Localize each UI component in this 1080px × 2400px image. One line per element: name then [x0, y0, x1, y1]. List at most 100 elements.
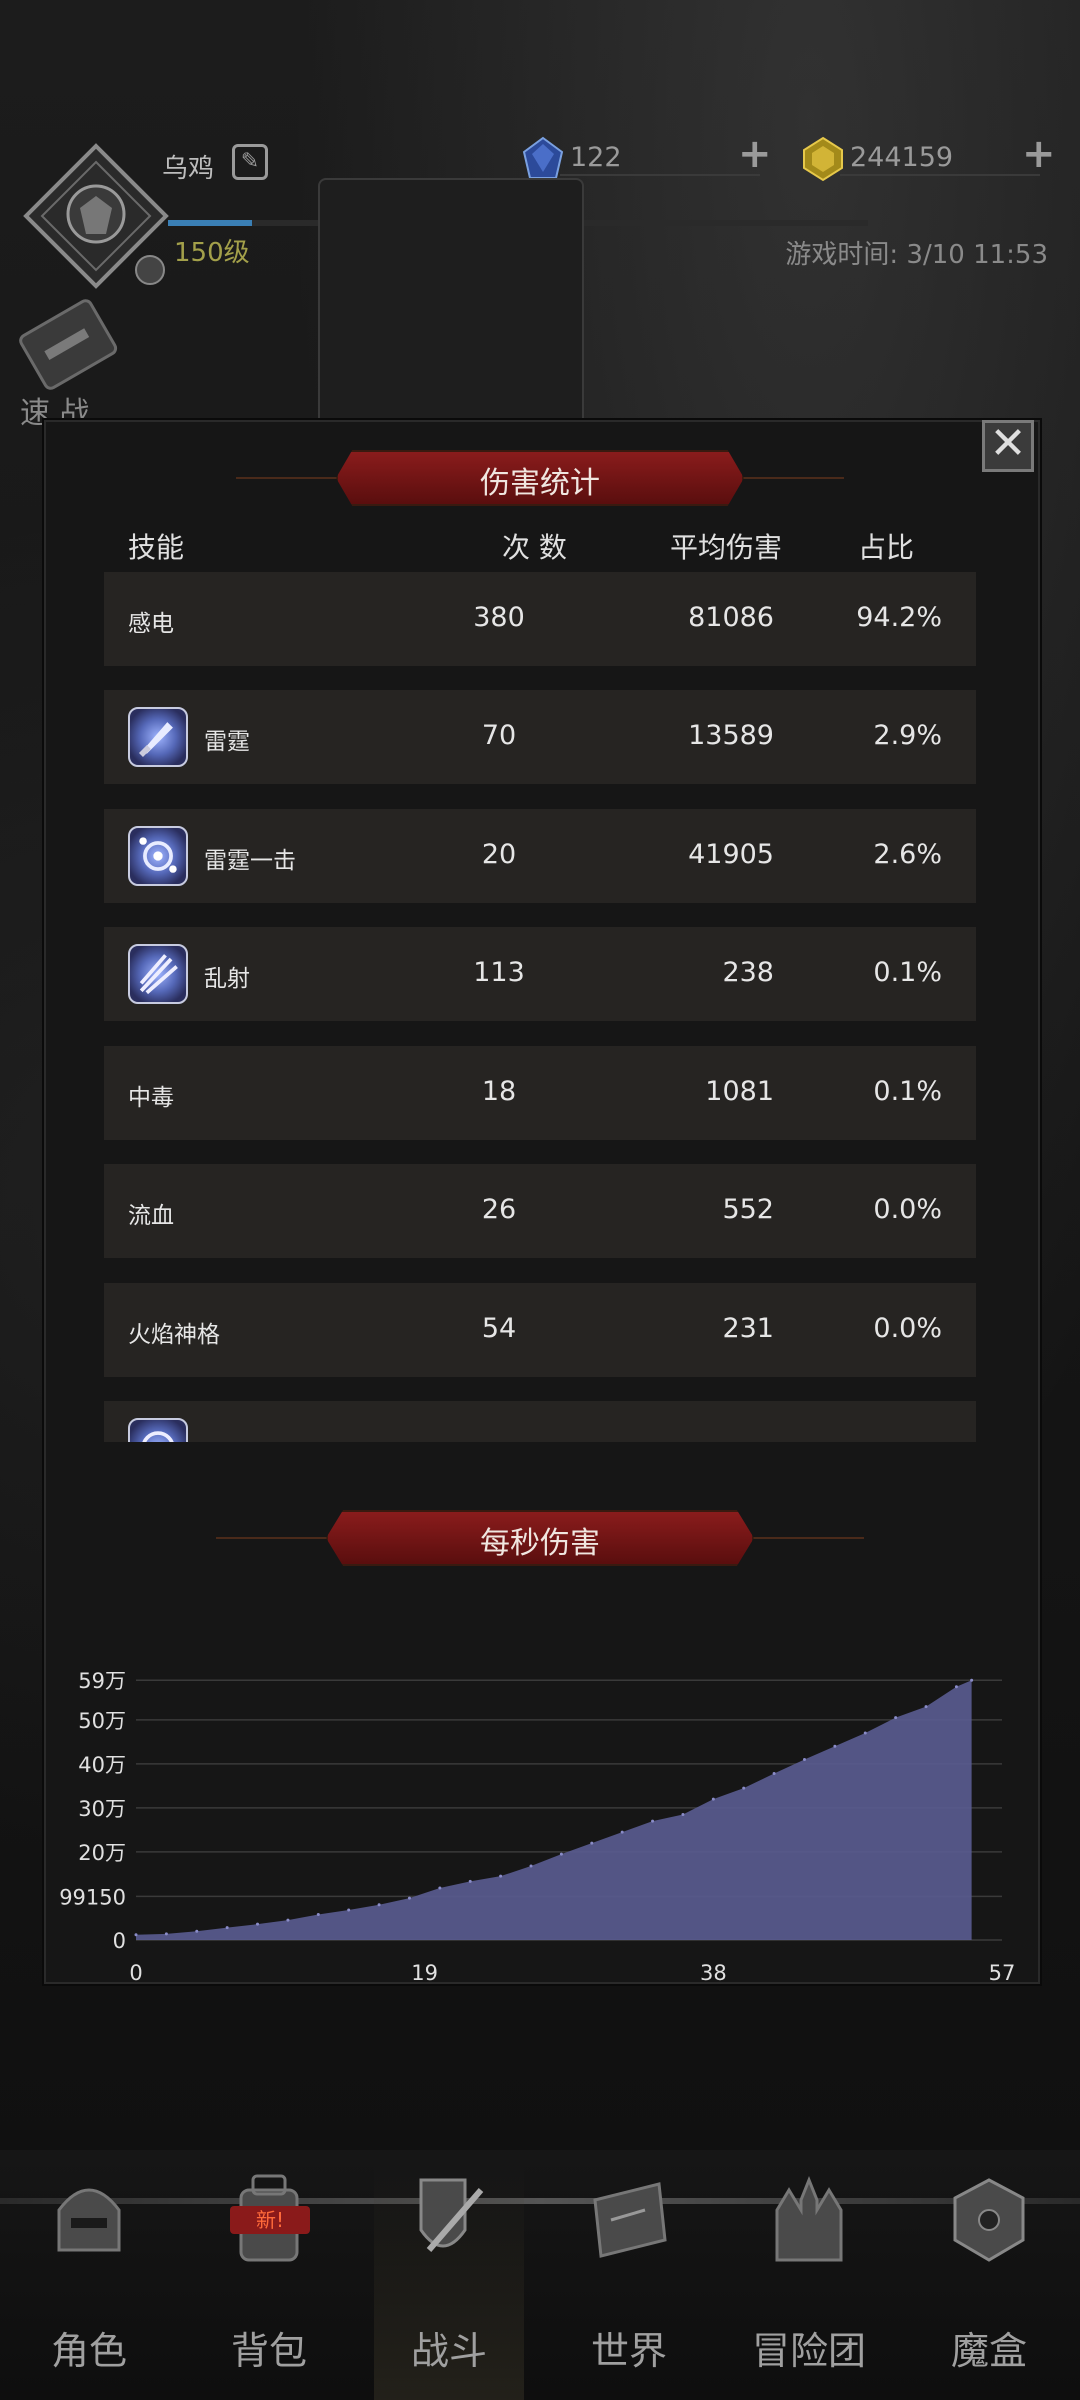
skill-name: 流血	[128, 1203, 174, 1229]
y-tick-label: 99150	[59, 1885, 126, 1909]
column-skill: 技能	[128, 531, 185, 564]
skill-name: 乱射	[204, 966, 250, 992]
nav-magic-box[interactable]: 魔盒	[914, 2160, 1064, 2400]
dps-data-point	[772, 1772, 776, 1776]
gold-counter: 244159	[800, 136, 1060, 182]
dps-data-point	[468, 1879, 472, 1883]
dps-chart: 0 99150 20万 30万 40万 50万 59万 0 19 38 57	[59, 1669, 1016, 1985]
add-gems-button[interactable]: +	[738, 134, 772, 174]
nav-character[interactable]: 角色	[14, 2160, 164, 2400]
nav-label: 冒险团	[751, 2329, 866, 2373]
dps-data-point	[559, 1852, 563, 1856]
y-tick-label: 59万	[78, 1669, 126, 1693]
skill-icon-partial	[128, 1418, 188, 1442]
skill-percentage: 0.0%	[873, 1194, 942, 1225]
dps-data-point	[499, 1874, 503, 1878]
gems-value: 122	[570, 142, 622, 173]
skill-count: 18	[481, 1076, 517, 1107]
dps-data-point	[286, 1918, 290, 1922]
new-badge: 新!	[230, 2206, 310, 2234]
close-button[interactable]: ✕	[982, 420, 1034, 472]
skill-count: 54	[481, 1313, 517, 1344]
gold-value: 244159	[850, 142, 954, 173]
player-name: 乌鸡	[162, 154, 215, 184]
dps-data-point	[225, 1926, 229, 1930]
skill-avg-damage: 13589	[688, 720, 774, 751]
damage-stats-banner: 伤害统计	[236, 450, 844, 506]
skill-name: 感电	[128, 611, 174, 637]
dps-data-point	[590, 1841, 594, 1845]
sword-shield-icon	[419, 2178, 484, 2252]
map-scroll-icon	[593, 2182, 667, 2258]
y-tick-label: 0	[113, 1929, 126, 1953]
y-tick-label: 50万	[78, 1709, 126, 1733]
dps-data-point	[164, 1932, 168, 1936]
nav-battle[interactable]: 战斗	[374, 2160, 524, 2400]
dps-data-point	[316, 1912, 320, 1916]
dps-data-point	[651, 1819, 655, 1823]
skill-name: 雷霆一击	[204, 848, 296, 874]
dps-data-point	[256, 1922, 260, 1926]
skill-percentage: 2.9%	[873, 720, 942, 751]
nav-world[interactable]: 世界	[554, 2160, 704, 2400]
add-gold-button[interactable]: +	[1022, 134, 1056, 174]
dps-data-point	[970, 1678, 974, 1682]
dps-data-point	[529, 1864, 533, 1868]
skill-avg-damage: 231	[722, 1313, 774, 1344]
dps-data-point	[954, 1685, 958, 1689]
column-percentage: 占比	[858, 531, 915, 564]
skill-count: 26	[481, 1194, 517, 1225]
skill-count: 380	[473, 602, 525, 633]
dps-data-point	[742, 1786, 746, 1790]
x-tick-label: 19	[411, 1961, 438, 1985]
thunder-sword-icon	[128, 707, 188, 767]
table-row: 乱射 113 238 0.1%	[104, 927, 976, 1021]
dps-data-point	[195, 1929, 199, 1933]
castle-icon	[775, 2175, 843, 2262]
nav-label: 角色	[50, 2329, 127, 2373]
table-row: 火焰神格 54 231 0.0%	[104, 1283, 976, 1377]
dps-data-point	[347, 1908, 351, 1912]
y-tick-label: 30万	[78, 1797, 126, 1821]
table-row: 感电 380 81086 94.2%	[104, 572, 976, 666]
damage-stats-title: 伤害统计	[480, 466, 600, 501]
player-avatar[interactable]	[22, 142, 170, 290]
column-count: 次 数	[502, 531, 567, 564]
skill-avg-damage: 1081	[705, 1076, 774, 1107]
dps-data-point	[377, 1903, 381, 1907]
edit-name-icon[interactable]: ✎	[232, 144, 268, 180]
skill-percentage: 0.1%	[873, 957, 942, 988]
background-map-card	[318, 178, 584, 432]
skill-percentage: 94.2%	[856, 602, 942, 633]
damage-stats-table[interactable]: 感电 380 81086 94.2% 雷霆 70 13589 2.9% 雷霆一击…	[104, 572, 976, 1442]
table-row: 中毒 18 1081 0.1%	[104, 1046, 976, 1140]
scatter-shot-icon	[128, 944, 188, 1004]
dps-data-point	[802, 1757, 806, 1761]
helmet-icon	[57, 2188, 121, 2252]
dps-title: 每秒伤害	[480, 1526, 600, 1561]
nav-backpack[interactable]: 背包	[194, 2160, 344, 2400]
nav-adventure-team[interactable]: 冒险团	[734, 2160, 884, 2400]
dps-data-point	[134, 1933, 138, 1937]
skill-count: 113	[473, 957, 525, 988]
y-tick-label: 40万	[78, 1753, 126, 1777]
skill-percentage: 2.6%	[873, 839, 942, 870]
dps-data-point	[681, 1813, 685, 1817]
thunder-strike-icon	[128, 826, 188, 886]
x-tick-label: 0	[129, 1961, 142, 1985]
table-row-partial	[104, 1401, 976, 1442]
dps-banner: 每秒伤害	[216, 1510, 864, 1566]
skill-name: 雷霆	[204, 729, 250, 755]
nav-label: 战斗	[410, 2329, 487, 2373]
dps-data-point	[833, 1744, 837, 1748]
dps-data-point	[711, 1797, 715, 1801]
skill-count: 70	[481, 720, 517, 751]
table-row: 雷霆 70 13589 2.9%	[104, 690, 976, 784]
skill-avg-damage: 41905	[688, 839, 774, 870]
x-tick-label: 57	[989, 1961, 1016, 1985]
table-row: 流血 26 552 0.0%	[104, 1164, 976, 1258]
player-level: 150级	[174, 238, 250, 268]
column-avg-damage: 平均伤害	[670, 531, 783, 564]
table-row: 雷霆一击 20 41905 2.6%	[104, 809, 976, 903]
magic-box-icon	[953, 2178, 1025, 2262]
